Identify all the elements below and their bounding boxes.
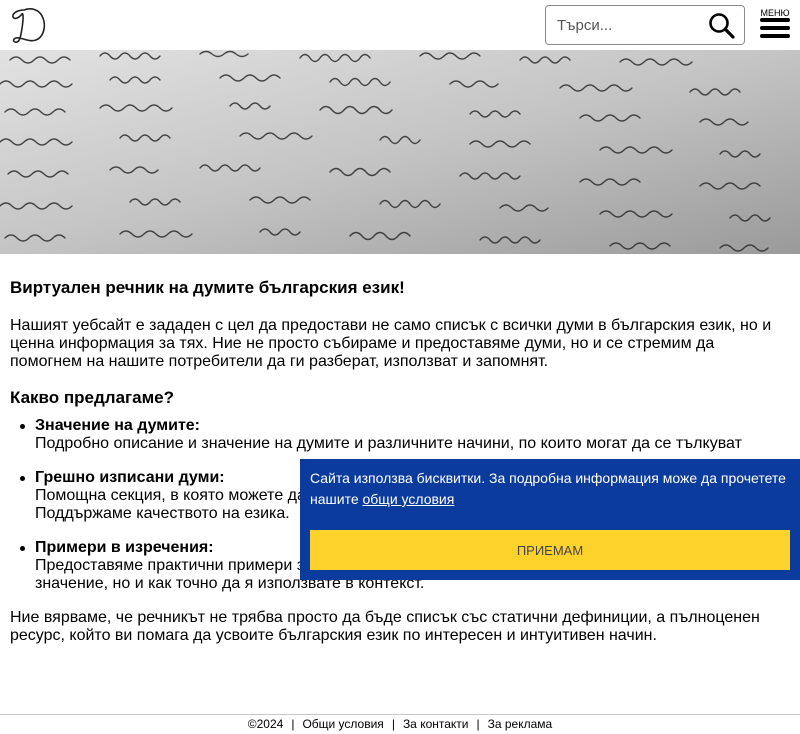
closing-paragraph: Ние вярваме, че речникът не трябва прост… (10, 609, 760, 644)
header: МЕНЮ (0, 0, 800, 50)
letter-d-logo-icon[interactable] (10, 4, 48, 46)
feature-description: Подробно описание и значение на думите и… (35, 435, 742, 452)
menu-label: МЕНЮ (760, 8, 790, 18)
footer-link-advertising[interactable]: За реклама (488, 717, 553, 731)
copyright: ©2024 (247, 717, 284, 731)
accept-cookies-button[interactable]: ПРИЕМАМ (310, 530, 790, 570)
menu-button[interactable]: МЕНЮ (758, 8, 792, 42)
search-box (545, 5, 745, 45)
cookie-banner: Сайта използва бисквитки. За подробна ин… (300, 459, 800, 580)
handwritten-paper-image (0, 50, 800, 254)
list-item: Значение на думите: Подробно описание и … (20, 417, 790, 453)
footer-link-contacts[interactable]: За контакти (403, 717, 469, 731)
search-input[interactable] (547, 7, 697, 43)
footer-link-terms[interactable]: Общи условия (302, 717, 383, 731)
terms-link[interactable]: общи условия (363, 491, 455, 507)
cookie-message: Сайта използва бисквитки. За подробна ин… (310, 468, 790, 510)
feature-title: Значение на думите: (35, 417, 200, 434)
section-title: Какво предлагаме? (10, 388, 174, 407)
footer: ©2024 | Общи условия | За контакти | За реклам… (0, 714, 800, 734)
intro-paragraph: Нашият уебсайт е зададен с цел да предос… (10, 317, 772, 370)
magnifier-icon[interactable] (708, 12, 736, 40)
page-title: Виртуален речник на думите българския ез… (10, 278, 405, 297)
